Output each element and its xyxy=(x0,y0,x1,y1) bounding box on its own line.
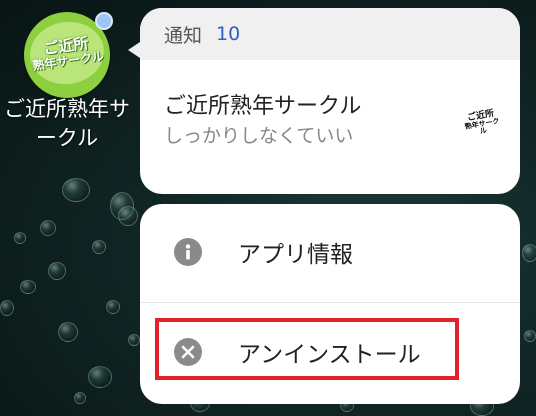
notification-dot-badge xyxy=(95,12,113,30)
notification-count: 10 xyxy=(216,23,241,45)
notification-title: 通知 xyxy=(164,24,203,47)
notification-message: しっかりしなくていい xyxy=(164,125,354,147)
info-icon xyxy=(174,238,202,266)
app-logo: ご近所 熟年サークル xyxy=(26,17,108,89)
app-logo-line2: 熟年サークル xyxy=(31,48,105,73)
notification-header: 通知 10 xyxy=(140,8,520,60)
background-bubble xyxy=(88,366,112,388)
notification-thumbnail: ご近所 熟年サークル xyxy=(460,109,503,139)
background-bubble xyxy=(524,330,536,342)
background-bubble xyxy=(522,244,536,262)
notification-card[interactable]: 通知 10 ご近所熟年サークル しっかりしなくていい ご近所 熟年サークル xyxy=(140,8,520,194)
menu-divider xyxy=(140,302,520,303)
menu-item-label: アプリ情報 xyxy=(238,242,353,268)
background-bubble xyxy=(74,392,86,404)
notification-body[interactable]: ご近所熟年サークル しっかりしなくていい xyxy=(164,92,361,150)
popup-pointer xyxy=(128,42,140,58)
background-bubble xyxy=(106,300,120,314)
background-bubble xyxy=(48,262,66,280)
notification-app-name: ご近所熟年サークル xyxy=(164,94,362,119)
background-bubble xyxy=(128,334,140,346)
background-bubble xyxy=(14,232,26,244)
app-label: ご近所熟年サークル xyxy=(4,97,130,150)
background-bubble xyxy=(62,178,90,202)
background-bubble xyxy=(92,240,106,254)
highlight-box xyxy=(155,318,459,380)
background-bubble xyxy=(20,280,36,294)
background-bubble xyxy=(58,322,78,342)
background-bubble xyxy=(118,206,138,226)
background-bubble xyxy=(0,300,14,316)
menu-item-app-info[interactable]: アプリ情報 xyxy=(140,204,520,300)
background-bubble xyxy=(40,220,56,236)
